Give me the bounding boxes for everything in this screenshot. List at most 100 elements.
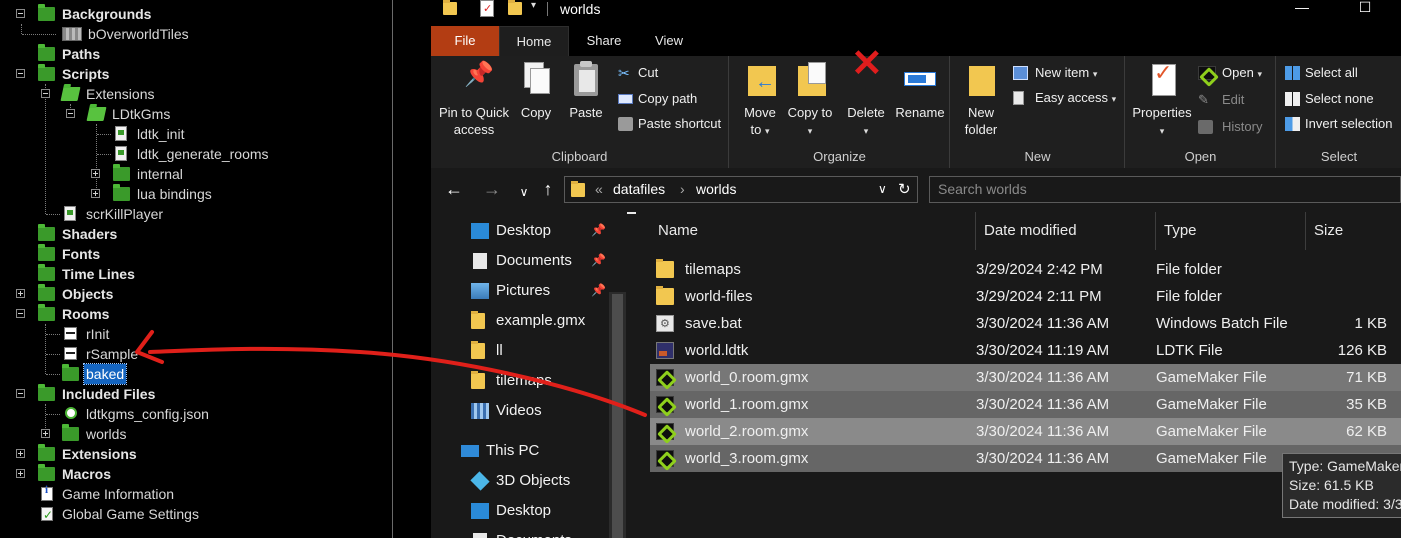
expand-toggle[interactable] bbox=[41, 429, 50, 438]
select-none-button[interactable]: Select none bbox=[1285, 88, 1374, 110]
open-button[interactable]: Open ▾ bbox=[1198, 62, 1262, 84]
file-name: world_2.room.gmx bbox=[685, 423, 809, 440]
properties-button[interactable]: ✓ Properties ▾ bbox=[1130, 60, 1194, 140]
pin-icon[interactable]: 📌 bbox=[591, 223, 606, 237]
tree-item-label: worlds bbox=[86, 426, 127, 442]
file-row[interactable]: tilemaps 3/29/2024 2:42 PM File folder bbox=[650, 256, 1401, 283]
expand-toggle[interactable] bbox=[16, 289, 25, 298]
back-arrow-icon[interactable]: ← bbox=[443, 179, 465, 199]
tree-line bbox=[22, 34, 56, 35]
delete-button[interactable]: ✕ Delete ▾ bbox=[844, 45, 888, 140]
select-group: Select all Select none Invert selection … bbox=[1277, 56, 1401, 168]
nav-item-desktop[interactable]: Desktop bbox=[471, 216, 651, 246]
nav-item-documents[interactable]: Documents bbox=[471, 246, 651, 276]
file-row[interactable]: world_1.room.gmx 3/30/2024 11:36 AM GameMa… bbox=[650, 391, 1401, 418]
new-item-button[interactable]: New item ▾ bbox=[1013, 62, 1097, 84]
address-dropdown-icon[interactable]: ∨ bbox=[878, 177, 887, 202]
group-label: Open bbox=[1184, 149, 1217, 164]
file-row[interactable]: save.bat 3/30/2024 11:36 AM Windows Batch … bbox=[650, 310, 1401, 338]
file-size: 62 KB bbox=[1346, 423, 1387, 440]
refresh-icon[interactable]: ↻ bbox=[898, 177, 911, 202]
group-label: Organize bbox=[813, 149, 866, 164]
expand-toggle[interactable] bbox=[91, 189, 100, 198]
tab-home[interactable]: Home bbox=[499, 26, 569, 56]
clipboard-group: 📌 Pin to Quick access Copy Paste ✂ Cut Co… bbox=[431, 56, 729, 168]
nav-scrollbar[interactable] bbox=[609, 292, 626, 538]
copy-button[interactable]: Copy bbox=[513, 60, 559, 121]
quick-access-dropdown-icon[interactable]: ▾ bbox=[531, 0, 536, 11]
collapse-toggle[interactable] bbox=[66, 109, 75, 118]
tab-file[interactable]: File bbox=[431, 26, 499, 56]
column-header-name[interactable]: Name bbox=[650, 212, 976, 250]
tab-view[interactable]: View bbox=[639, 26, 699, 56]
collapse-toggle[interactable] bbox=[16, 309, 25, 318]
title-separator bbox=[547, 2, 548, 16]
paste-button[interactable]: Paste bbox=[563, 60, 609, 121]
paste-shortcut-button[interactable]: Paste shortcut bbox=[618, 113, 721, 135]
collapse-toggle[interactable] bbox=[16, 69, 25, 78]
expand-toggle[interactable] bbox=[16, 449, 25, 458]
expand-toggle[interactable] bbox=[91, 169, 100, 178]
up-arrow-icon[interactable]: ↑ bbox=[537, 179, 559, 199]
tree-item-label: Global Game Settings bbox=[62, 506, 199, 522]
search-placeholder: Search worlds bbox=[938, 181, 1027, 197]
file-row[interactable]: world_2.room.gmx 3/30/2024 11:36 AM GameMa… bbox=[650, 418, 1401, 445]
collapse-toggle[interactable] bbox=[16, 389, 25, 398]
pin-quick-access-button[interactable]: 📌 Pin to Quick access bbox=[437, 60, 511, 138]
edit-button[interactable]: ✎ Edit bbox=[1198, 89, 1244, 111]
collapse-toggle[interactable] bbox=[16, 9, 25, 18]
tooltip-type: Type: GameMaker File bbox=[1289, 458, 1401, 474]
maximize-button[interactable]: ☐ bbox=[1350, 0, 1380, 18]
tree-line bbox=[46, 414, 60, 415]
column-header-type[interactable]: Type bbox=[1156, 212, 1306, 250]
history-icon bbox=[1198, 120, 1213, 134]
select-all-button[interactable]: Select all bbox=[1285, 62, 1358, 84]
address-input[interactable]: « datafiles › worlds ∨ ↻ bbox=[564, 176, 918, 203]
expand-toggle[interactable] bbox=[16, 469, 25, 478]
file-row[interactable]: world_0.room.gmx 3/30/2024 11:36 AM GameMa… bbox=[650, 364, 1401, 391]
pin-icon[interactable]: 📌 bbox=[591, 253, 606, 267]
new-folder-button[interactable]: New folder bbox=[957, 60, 1005, 138]
breadcrumb-worlds[interactable]: worlds bbox=[696, 177, 736, 202]
nav-label: tilemaps bbox=[496, 372, 552, 389]
column-header-size[interactable]: Size bbox=[1306, 212, 1401, 250]
ldtk-file-icon bbox=[656, 342, 674, 359]
forward-arrow-icon[interactable]: → bbox=[481, 179, 503, 199]
tab-share[interactable]: Share bbox=[573, 26, 635, 56]
dropdown-caret-icon: ▾ bbox=[1111, 94, 1117, 104]
copy-to-button[interactable]: Copy to ▾ bbox=[787, 60, 833, 140]
button-label: Pin to Quick access bbox=[438, 105, 510, 137]
search-input[interactable]: Search worlds bbox=[929, 176, 1401, 203]
pin-icon[interactable]: 📌 bbox=[591, 283, 606, 297]
scrollbar-thumb[interactable] bbox=[612, 294, 623, 538]
history-button[interactable]: History bbox=[1198, 116, 1262, 138]
breadcrumb-datafiles[interactable]: datafiles bbox=[613, 177, 665, 202]
file-row[interactable]: world.ldtk 3/30/2024 11:19 AM LDTK File 126… bbox=[650, 337, 1401, 364]
move-to-icon: ← bbox=[742, 60, 778, 100]
nav-label: Desktop bbox=[496, 502, 552, 519]
tree-item-label: ldtk_init bbox=[137, 126, 185, 142]
file-row[interactable]: world-files 3/29/2024 2:11 PM File folder bbox=[650, 283, 1401, 310]
copy-path-button[interactable]: Copy path bbox=[618, 88, 697, 110]
easy-access-button[interactable]: Easy access ▾ bbox=[1013, 87, 1116, 109]
minimize-button[interactable]: — bbox=[1287, 0, 1317, 18]
this-pc-icon bbox=[461, 445, 479, 457]
invert-selection-button[interactable]: Invert selection bbox=[1285, 113, 1392, 135]
recent-locations-chevron-icon[interactable]: ∨ bbox=[513, 182, 535, 202]
room-icon bbox=[64, 327, 77, 340]
cut-button[interactable]: ✂ Cut bbox=[618, 62, 658, 84]
collapse-toggle[interactable] bbox=[41, 89, 50, 98]
button-label: New item bbox=[1035, 65, 1090, 80]
tree-item-label: Time Lines bbox=[62, 266, 135, 282]
properties-icon[interactable]: ✓ bbox=[480, 0, 494, 17]
rename-button[interactable]: Rename bbox=[894, 60, 946, 121]
column-header-date-modified[interactable]: Date modified bbox=[976, 212, 1156, 250]
folder-icon bbox=[62, 364, 79, 381]
file-name: world_0.room.gmx bbox=[685, 369, 809, 386]
file-explorer-window: ✓ ▾ worlds — ☐ File Home Share View 📌 Pi… bbox=[431, 0, 1401, 538]
new-folder-icon[interactable] bbox=[508, 0, 522, 15]
paste-shortcut-icon bbox=[618, 117, 633, 131]
breadcrumb-overflow[interactable]: « bbox=[595, 177, 603, 202]
button-label: History bbox=[1222, 119, 1263, 134]
move-to-button[interactable]: ← Move to ▾ bbox=[738, 60, 782, 140]
